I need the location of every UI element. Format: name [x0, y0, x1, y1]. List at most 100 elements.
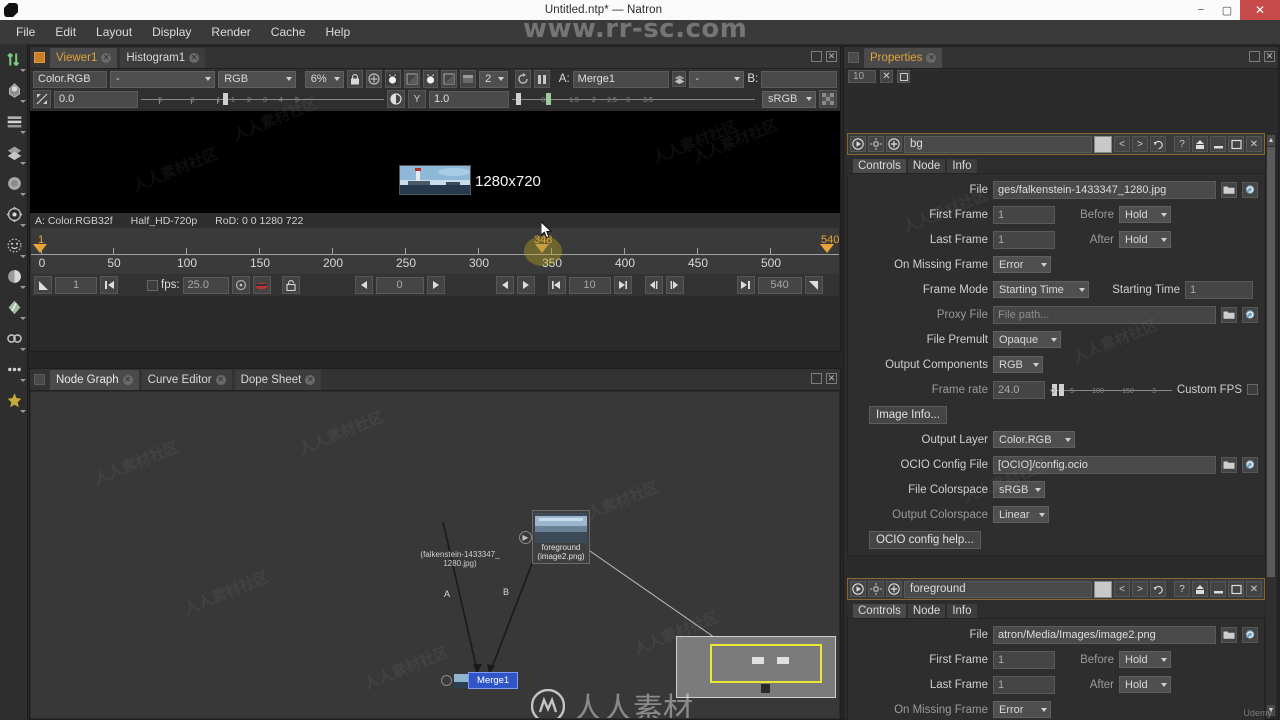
proxy-level-icon[interactable] — [460, 70, 477, 88]
redo-icon[interactable]: > — [1132, 136, 1148, 152]
frame-rate-slider[interactable]: 0 5 100 150 3 — [1050, 383, 1172, 397]
close-icon[interactable]: ✕ — [305, 374, 316, 385]
help-icon[interactable]: ? — [1174, 581, 1190, 597]
node-merge1-label[interactable]: Merge1 — [468, 672, 519, 689]
on-missing-frame-selector[interactable]: Error — [993, 256, 1051, 273]
minimize-all-panels-icon[interactable] — [897, 70, 910, 83]
node-preview-toggle-icon[interactable] — [441, 675, 452, 686]
close-icon[interactable]: ✕ — [122, 374, 133, 385]
after-selector[interactable]: Hold — [1119, 676, 1171, 693]
frame-rate-input[interactable]: 24.0 — [993, 380, 1045, 399]
graph-navigator[interactable] — [676, 636, 836, 698]
tool-image-icon[interactable] — [0, 44, 28, 75]
play-forward-icon[interactable] — [516, 276, 535, 294]
lock-playback-icon[interactable] — [281, 276, 300, 294]
step-back-icon[interactable] — [644, 276, 663, 294]
tool-draw-icon[interactable] — [0, 75, 28, 106]
graph-navigator-viewport[interactable] — [710, 644, 822, 683]
subtab-node[interactable]: Node — [907, 604, 946, 618]
float-panel-icon[interactable] — [1228, 581, 1244, 597]
playback-loop-checkbox[interactable] — [147, 279, 158, 291]
ocio-config-file-input[interactable]: [OCIO]/config.ocio — [993, 455, 1216, 474]
auto-contrast-icon[interactable] — [33, 90, 51, 108]
panel-enable-icon[interactable] — [850, 136, 866, 152]
tool-transform-icon[interactable] — [0, 292, 28, 323]
display-channels-selector[interactable]: RGB — [218, 70, 296, 88]
menu-item-edit[interactable]: Edit — [45, 22, 86, 42]
panel-color-swatch[interactable] — [1094, 580, 1112, 598]
reload-file-icon[interactable] — [1242, 626, 1258, 643]
close-panel-icon[interactable]: ✕ — [1246, 136, 1262, 152]
close-pane-button[interactable]: ✕ — [1264, 51, 1275, 62]
menu-item-help[interactable]: Help — [315, 22, 360, 42]
clipping-warning-icon[interactable] — [384, 70, 401, 88]
out-frame-input[interactable]: 540 — [757, 276, 802, 294]
output-components-selector[interactable]: RGB — [993, 356, 1043, 373]
node-foreground-body[interactable]: foreground (image2.png) — [532, 510, 590, 564]
reload-file-icon[interactable] — [1242, 181, 1258, 198]
next-keyframe-icon[interactable] — [426, 276, 445, 294]
tab-dope-sheet[interactable]: Dope Sheet ✕ — [234, 369, 322, 390]
current-frame-input[interactable]: 0 — [375, 276, 424, 294]
gain-value-input[interactable]: 0.0 — [54, 90, 138, 108]
layers-icon[interactable] — [672, 71, 687, 87]
tab-viewer1[interactable]: Viewer1 ✕ — [50, 47, 118, 68]
set-out-point-icon[interactable] — [804, 276, 823, 294]
input-a-selector[interactable]: Merge1 — [572, 70, 670, 88]
custom-fps-checkbox[interactable] — [1247, 384, 1258, 395]
first-frame-input[interactable]: 1 — [993, 650, 1055, 669]
tab-curve-editor[interactable]: Curve Editor ✕ — [141, 369, 232, 390]
redo-icon[interactable]: > — [1132, 581, 1148, 597]
lock-zoom-icon[interactable] — [347, 70, 363, 88]
timeline-end-marker[interactable] — [820, 244, 834, 253]
tab-node-graph[interactable]: Node Graph ✕ — [50, 369, 139, 390]
file-colorspace-selector[interactable]: sRGB — [993, 481, 1045, 498]
pause-render-icon[interactable] — [533, 70, 550, 88]
float-pane-button[interactable] — [811, 51, 822, 62]
close-icon[interactable]: ✕ — [926, 52, 937, 63]
refresh-icon[interactable] — [515, 70, 531, 88]
node-preview-toggle-icon[interactable]: ▶ — [519, 530, 532, 544]
viewer-colorspace-selector[interactable]: sRGB — [762, 90, 816, 108]
timeline-playhead[interactable] — [33, 244, 47, 253]
scroll-up-icon[interactable]: ▲ — [1267, 135, 1275, 146]
minimize-panel-icon[interactable] — [1210, 136, 1226, 152]
full-frame-icon[interactable] — [441, 70, 458, 88]
subtab-controls[interactable]: Controls — [853, 604, 906, 618]
browse-file-icon[interactable] — [1221, 456, 1237, 473]
on-missing-frame-selector[interactable]: Error — [993, 701, 1051, 718]
undo-icon[interactable]: < — [1114, 581, 1130, 597]
menu-item-layout[interactable]: Layout — [86, 22, 142, 42]
menu-item-render[interactable]: Render — [201, 22, 260, 42]
properties-pane-grip[interactable] — [848, 52, 859, 63]
close-panel-icon[interactable]: ✕ — [1246, 581, 1262, 597]
browse-file-icon[interactable] — [1221, 306, 1237, 323]
subtab-info[interactable]: Info — [947, 604, 977, 618]
panel-enable-icon[interactable] — [850, 581, 866, 597]
close-pane-button[interactable]: ✕ — [826, 51, 837, 62]
set-in-point-icon[interactable] — [34, 276, 52, 294]
menu-item-file[interactable]: File — [6, 22, 45, 42]
viewer-timeline[interactable]: 0 50 100 150 200 250 300 350 400 450 500… — [31, 228, 839, 274]
browse-file-icon[interactable] — [1221, 626, 1237, 643]
float-panel-icon[interactable] — [1228, 136, 1244, 152]
layer-selector[interactable]: Color.RGB — [33, 70, 108, 88]
graph-pane-grip[interactable] — [34, 374, 45, 385]
viewer-canvas[interactable]: 1280x720 人人素材社区 人人素材社区 — [30, 111, 840, 213]
viewer-pane-grip[interactable] — [34, 52, 45, 63]
restore-defaults-icon[interactable] — [1150, 581, 1166, 597]
node-foreground[interactable]: ▶ foreground (image2.png) — [519, 510, 590, 564]
proxy-mode-icon[interactable] — [422, 70, 439, 88]
in-frame-input[interactable]: 1 — [55, 276, 97, 294]
tool-extra-icon[interactable] — [0, 385, 28, 416]
center-image-icon[interactable] — [366, 70, 382, 88]
reload-file-icon[interactable] — [1242, 456, 1258, 473]
subtab-controls[interactable]: Controls — [853, 159, 906, 173]
frame-increment-input[interactable]: 10 — [568, 276, 611, 294]
fps-sync-icon[interactable] — [231, 276, 250, 294]
tool-merge-icon[interactable] — [0, 261, 28, 292]
undo-icon[interactable]: < — [1114, 136, 1130, 152]
tab-properties[interactable]: Properties ✕ — [864, 47, 943, 68]
tool-filter-icon[interactable] — [0, 199, 28, 230]
gamma-letter-button[interactable]: Y — [408, 90, 426, 108]
